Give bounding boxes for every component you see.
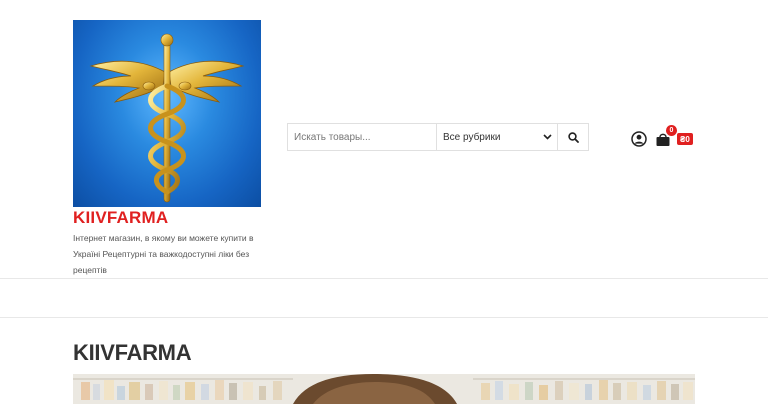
pharmacy-shelves-image bbox=[73, 374, 695, 404]
category-select[interactable]: Все рубрики bbox=[437, 124, 558, 150]
cart-total: ₴0 bbox=[677, 133, 693, 145]
site-logo[interactable] bbox=[73, 20, 261, 207]
category-select-value: Все рубрики bbox=[443, 131, 501, 143]
main-navigation bbox=[0, 279, 768, 318]
search-button[interactable] bbox=[558, 124, 588, 150]
site-tagline: Інтернет магазин, в якому ви можете купи… bbox=[73, 233, 254, 275]
site-header: KIIVFARMA Інтернет магазин, в якому ви м… bbox=[0, 0, 768, 279]
site-name-link[interactable]: KIIVFARMA bbox=[73, 208, 168, 228]
caduceus-icon bbox=[89, 33, 245, 203]
search-icon bbox=[567, 131, 579, 143]
hero-image bbox=[73, 374, 695, 404]
chevron-down-icon bbox=[543, 132, 552, 142]
page-title: KIIVFARMA bbox=[73, 340, 192, 365]
user-icon bbox=[631, 131, 647, 147]
search-input[interactable] bbox=[288, 124, 437, 150]
search-form: Все рубрики bbox=[287, 123, 589, 151]
account-button[interactable] bbox=[631, 131, 647, 147]
cart-count-badge: 0 bbox=[666, 125, 677, 136]
